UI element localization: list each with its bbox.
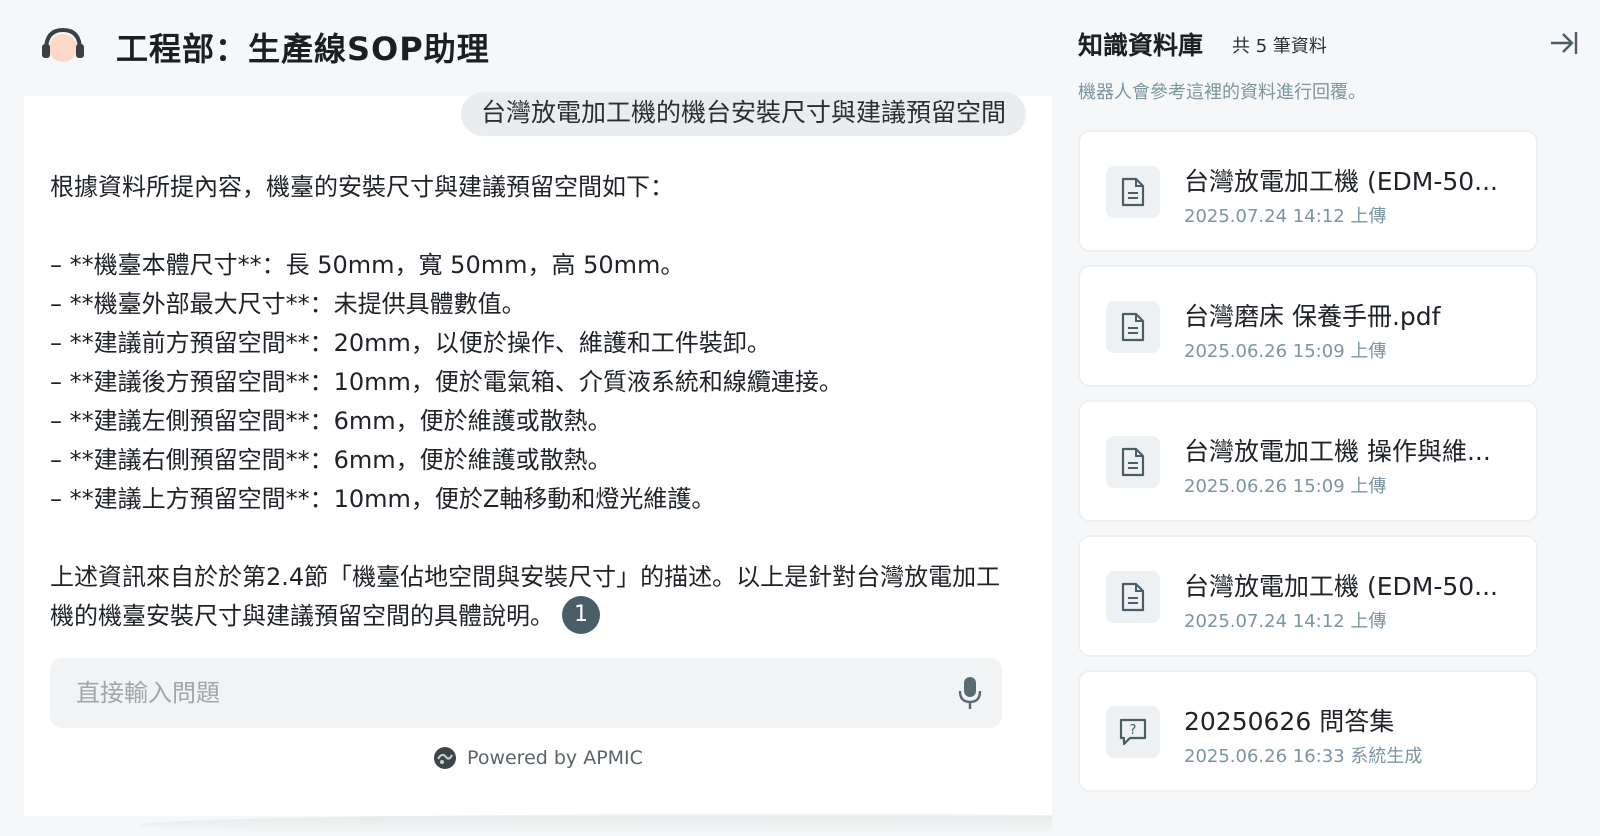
svg-text:?: ? (1130, 723, 1137, 738)
document-icon (1106, 436, 1160, 488)
kb-item-meta: 2025.06.26 15:09 上傳 (1184, 476, 1387, 497)
chat-area: 工程部：生產線SOP助理 台灣放電加工機的機台安裝尺寸與建議預留空間 根據資料所… (0, 0, 1420, 836)
answer-bullet: – **建議後方預留空間**：10mm，便於電氣箱、介質液系統和線纜連接。 (50, 368, 843, 396)
answer-bullet: – **建議右側預留空間**：6mm，便於維護或散熱。 (50, 446, 612, 474)
question-input-box (50, 658, 1002, 728)
kb-item-name: 台灣放電加工機 操作與維... (1184, 437, 1491, 466)
question-input[interactable] (50, 658, 930, 728)
powered-by: Powered by APMIC (24, 746, 1052, 770)
powered-by-text[interactable]: Powered by APMIC (467, 747, 643, 769)
assistant-answer: 根據資料所提內容，機臺的安裝尺寸與建議預留空間如下： – **機臺本體尺寸**：… (50, 168, 1010, 636)
kb-item-meta: 2025.07.24 14:12 上傳 (1184, 206, 1387, 227)
kb-item-name: 台灣放電加工機 (EDM-50... (1184, 572, 1498, 601)
document-icon (1106, 571, 1160, 623)
qa-icon: ? (1106, 706, 1160, 758)
kb-item-meta: 2025.07.24 14:12 上傳 (1184, 611, 1387, 632)
answer-bullet: – **機臺本體尺寸**：長 50mm，寬 50mm，高 50mm。 (50, 251, 685, 279)
user-message-bubble: 台灣放電加工機的機台安裝尺寸與建議預留空間 (460, 92, 1026, 136)
headset-avatar-icon (42, 27, 84, 62)
answer-bullet: – **建議前方預留空間**：20mm，以便於操作、維護和工件裝卸。 (50, 329, 771, 357)
page-title: 工程部：生產線SOP助理 (116, 30, 490, 68)
kb-item-meta: 2025.06.26 16:33 系統生成 (1184, 746, 1423, 767)
answer-bullet: – **建議左側預留空間**：6mm，便於維護或散熱。 (50, 407, 612, 435)
kb-item[interactable]: 台灣磨床 保養手冊.pdf 2025.06.26 15:09 上傳 (1078, 265, 1538, 387)
answer-bullet: – **機臺外部最大尺寸**：未提供具體數值。 (50, 290, 526, 318)
kb-item[interactable]: 台灣放電加工機 操作與維... 2025.06.26 15:09 上傳 (1078, 400, 1538, 522)
kb-list: 台灣放電加工機 (EDM-50... 2025.07.24 14:12 上傳 台… (1078, 130, 1538, 805)
kb-item[interactable]: ? 20250626 問答集 2025.06.26 16:33 系統生成 (1078, 670, 1538, 792)
kb-count: 共 5 筆資料 (1232, 36, 1327, 57)
kb-item-meta: 2025.06.26 15:09 上傳 (1184, 341, 1387, 362)
kb-item[interactable]: 台灣放電加工機 (EDM-50... 2025.07.24 14:12 上傳 (1078, 535, 1538, 657)
citation-badge[interactable]: 1 (562, 596, 600, 634)
microphone-icon[interactable] (958, 676, 982, 710)
chat-header: 工程部：生產線SOP助理 (0, 0, 1078, 96)
kb-item-name: 台灣放電加工機 (EDM-50... (1184, 167, 1498, 196)
kb-item-name: 20250626 問答集 (1184, 707, 1395, 736)
knowledge-base-panel: 知識資料庫 共 5 筆資料 機器人會參考這裡的資料進行回覆。 台灣放電加工機 (… (1052, 0, 1600, 836)
apmic-logo-icon (434, 747, 457, 769)
collapse-panel-icon[interactable] (1548, 28, 1578, 58)
kb-item-name: 台灣磨床 保養手冊.pdf (1184, 302, 1441, 331)
answer-bullet: – **建議上方預留空間**：10mm，便於Z軸移動和燈光維護。 (50, 485, 716, 513)
kb-title: 知識資料庫 (1078, 31, 1204, 60)
answer-conclusion: 上述資訊來自於於第2.4節「機臺佔地空間與安裝尺寸」的描述。以上是針對台灣放電加… (50, 558, 1010, 636)
document-icon (1106, 166, 1160, 218)
document-icon (1106, 301, 1160, 353)
answer-conclusion-text: 上述資訊來自於於第2.4節「機臺佔地空間與安裝尺寸」的描述。以上是針對台灣放電加… (50, 563, 1001, 630)
kb-description: 機器人會參考這裡的資料進行回覆。 (1078, 82, 1366, 103)
chat-panel: 台灣放電加工機的機台安裝尺寸與建議預留空間 根據資料所提內容，機臺的安裝尺寸與建… (24, 92, 1052, 816)
kb-item[interactable]: 台灣放電加工機 (EDM-50... 2025.07.24 14:12 上傳 (1078, 130, 1538, 252)
answer-intro: 根據資料所提內容，機臺的安裝尺寸與建議預留空間如下： (50, 173, 674, 201)
